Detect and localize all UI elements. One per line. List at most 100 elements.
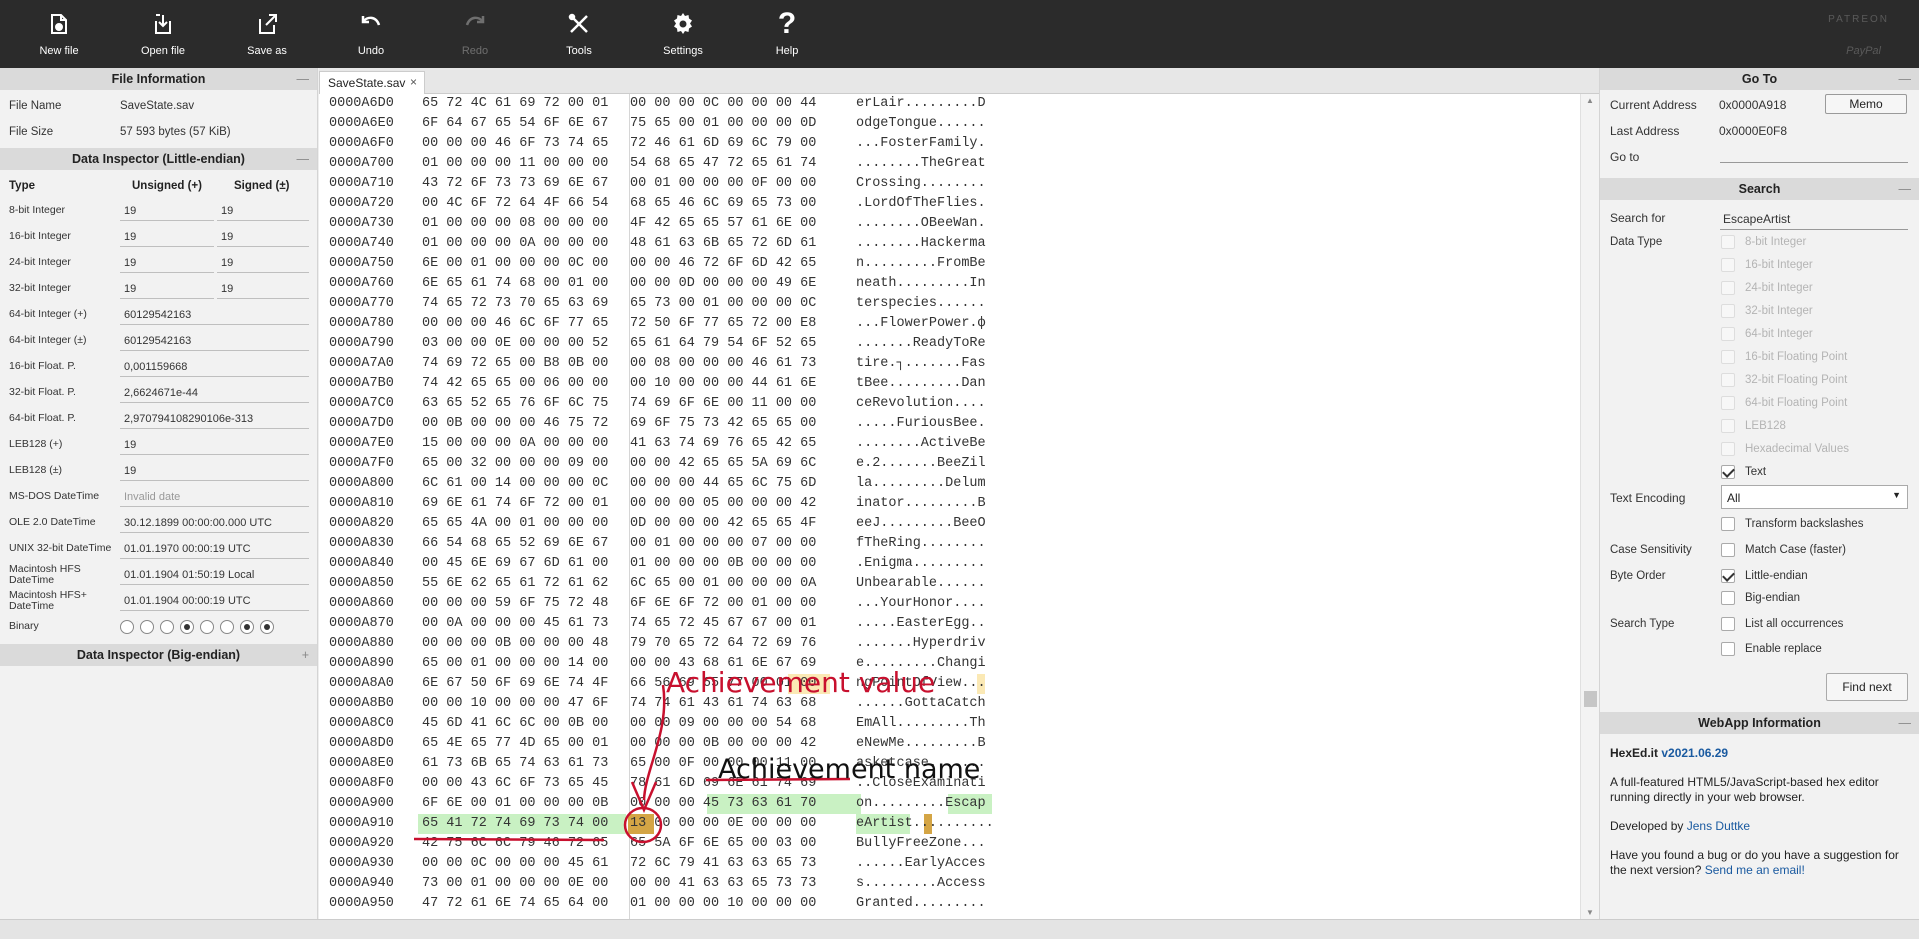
hex-bytes-right[interactable]: 72 50 6F 77 65 72 00 E8 <box>630 314 816 334</box>
hex-bytes-right[interactable]: 00 10 00 00 00 44 61 6E <box>630 374 816 394</box>
data-type-checkbox[interactable] <box>1721 304 1735 318</box>
ascii-text[interactable]: ........TheGreat <box>856 154 986 174</box>
hex-bytes-left[interactable]: 00 00 0C 00 00 00 45 61 <box>422 854 608 874</box>
ascii-text[interactable]: ...FosterFamily. <box>856 134 986 154</box>
list-all-checkbox[interactable] <box>1721 617 1735 631</box>
hex-bytes-left[interactable]: 00 00 00 46 6C 6F 77 65 <box>422 314 608 334</box>
undo-button[interactable]: Undo <box>331 8 411 62</box>
hex-bytes-right[interactable]: 13 00 00 00 0E 00 00 00 <box>630 814 816 834</box>
hex-bytes-left[interactable]: 45 6D 41 6C 6C 00 0B 00 <box>422 714 608 734</box>
inspector-value-field[interactable]: 0,001159668 <box>120 357 309 377</box>
hex-bytes-right[interactable]: 00 00 00 45 73 63 61 70 <box>630 794 816 814</box>
scroll-down-icon[interactable]: ▼ <box>1586 908 1594 917</box>
hex-bytes-right[interactable]: 65 5A 6F 6E 65 00 03 00 <box>630 834 816 854</box>
hex-bytes-right[interactable]: 74 69 6F 6E 00 11 00 00 <box>630 394 816 414</box>
hex-bytes-left[interactable]: 00 00 00 46 6F 73 74 65 <box>422 134 608 154</box>
ascii-text[interactable]: terspecies...... <box>856 294 986 314</box>
ascii-text[interactable]: eeJ.........BeeO <box>856 514 986 534</box>
ascii-text[interactable]: .......ReadyToRe <box>856 334 986 354</box>
inspector-be-header[interactable]: Data Inspector (Big-endian) + <box>0 644 317 666</box>
open-file-button[interactable]: Open file <box>123 8 203 62</box>
tools-button[interactable]: Tools <box>539 8 619 62</box>
inspector-value-field[interactable]: 01.01.1904 01:50:19 Local <box>120 565 309 585</box>
email-link[interactable]: Send me an email! <box>1705 863 1805 877</box>
ascii-text[interactable]: .....FuriousBee. <box>856 414 986 434</box>
hex-bytes-right[interactable]: 41 63 74 69 76 65 42 65 <box>630 434 816 454</box>
hex-bytes-left[interactable]: 01 00 00 00 08 00 00 00 <box>422 214 608 234</box>
hex-bytes-left[interactable]: 6E 00 01 00 00 00 0C 00 <box>422 254 608 274</box>
ascii-text[interactable]: s.........Access <box>856 874 986 894</box>
hex-bytes-left[interactable]: 65 4E 65 77 4D 65 00 01 <box>422 734 608 754</box>
paypal-link[interactable]: PayPal <box>1846 45 1881 57</box>
data-type-checkbox[interactable] <box>1721 419 1735 433</box>
ascii-text[interactable]: .......Hyperdriv <box>856 634 986 654</box>
hex-bytes-right[interactable]: 00 00 46 72 6F 6D 42 65 <box>630 254 816 274</box>
hex-bytes-left[interactable]: 69 6E 61 74 6F 72 00 01 <box>422 494 608 514</box>
hex-bytes-right[interactable]: 4F 42 65 65 57 61 6E 00 <box>630 214 816 234</box>
redo-button[interactable]: Redo <box>435 8 515 62</box>
ascii-text[interactable]: inator.........B <box>856 494 986 514</box>
hex-bytes-left[interactable]: 00 00 10 00 00 00 47 6F <box>422 694 608 714</box>
ascii-text[interactable]: ........Hackerma <box>856 234 986 254</box>
bit-toggle[interactable] <box>180 620 194 634</box>
search-input[interactable]: EscapeArtist <box>1720 208 1908 230</box>
signed-value-field[interactable]: 19 <box>217 279 309 299</box>
hex-bytes-right[interactable]: 75 65 00 01 00 00 00 0D <box>630 114 816 134</box>
ascii-text[interactable]: ......EarlyAcces <box>856 854 986 874</box>
hex-bytes-left[interactable]: 65 72 4C 61 69 72 00 01 <box>422 94 608 114</box>
hex-bytes-right[interactable]: 68 65 46 6C 69 65 73 00 <box>630 194 816 214</box>
ascii-text[interactable]: la.........Delum <box>856 474 986 494</box>
ascii-text[interactable]: ........ActiveBe <box>856 434 986 454</box>
data-type-checkbox[interactable] <box>1721 442 1735 456</box>
unsigned-value-field[interactable]: 19 <box>120 279 214 299</box>
bit-toggle[interactable] <box>120 620 134 634</box>
hex-bytes-left[interactable]: 03 00 00 0E 00 00 00 52 <box>422 334 608 354</box>
hex-bytes-left[interactable]: 65 65 4A 00 01 00 00 00 <box>422 514 608 534</box>
enable-replace-checkbox[interactable] <box>1721 642 1735 656</box>
hex-bytes-right[interactable]: 6C 65 00 01 00 00 00 0A <box>630 574 816 594</box>
find-next-button[interactable]: Find next <box>1826 673 1908 701</box>
ascii-text[interactable]: eNewMe.........B <box>856 734 986 754</box>
hex-bytes-right[interactable]: 0D 00 00 00 42 65 65 4F <box>630 514 816 534</box>
ascii-text[interactable]: ........OBeeWan. <box>856 214 986 234</box>
hex-bytes-left[interactable]: 15 00 00 00 0A 00 00 00 <box>422 434 608 454</box>
ascii-text[interactable]: on.........Escap <box>856 794 986 814</box>
scrollbar-thumb[interactable] <box>1584 691 1597 707</box>
ascii-text[interactable]: ceRevolution.... <box>856 394 986 414</box>
data-type-checkbox[interactable] <box>1721 465 1735 479</box>
hex-bytes-right[interactable]: 00 00 0D 00 00 00 49 6E <box>630 274 816 294</box>
hex-bytes-right[interactable]: 00 00 00 0C 00 00 00 44 <box>630 94 816 114</box>
file-info-header[interactable]: File Information — <box>0 68 317 90</box>
transform-checkbox[interactable] <box>1721 517 1735 531</box>
hex-bytes-right[interactable]: 00 00 42 65 65 5A 69 6C <box>630 454 816 474</box>
hex-bytes-right[interactable]: 65 73 00 01 00 00 00 0C <box>630 294 816 314</box>
ascii-text[interactable]: fTheRing........ <box>856 534 986 554</box>
hex-bytes-left[interactable]: 74 65 72 73 70 65 63 69 <box>422 294 608 314</box>
expand-icon[interactable]: + <box>302 644 309 666</box>
hex-bytes-left[interactable]: 65 41 72 74 69 73 74 00 <box>422 814 608 834</box>
hex-bytes-left[interactable]: 66 54 68 65 52 69 6E 67 <box>422 534 608 554</box>
settings-button[interactable]: Settings <box>643 8 723 62</box>
hex-bytes-right[interactable]: 6F 6E 6F 72 00 01 00 00 <box>630 594 816 614</box>
hex-bytes-left[interactable]: 6F 6E 00 01 00 00 00 0B <box>422 794 608 814</box>
inspector-value-field[interactable]: 30.12.1899 00:00:00.000 UTC <box>120 513 309 533</box>
hex-bytes-left[interactable]: 00 00 00 0B 00 00 00 48 <box>422 634 608 654</box>
help-button[interactable]: ? Help <box>747 8 827 62</box>
search-header[interactable]: Search — <box>1600 178 1919 200</box>
hex-bytes-left[interactable]: 61 73 6B 65 74 63 61 73 <box>422 754 608 774</box>
ascii-text[interactable]: .....EasterEgg.. <box>856 614 986 634</box>
ascii-text[interactable]: ...YourHonor.... <box>856 594 986 614</box>
hex-editor-view[interactable]: 0000A6D0 65 72 4C 61 69 72 00 01 00 00 00 … <box>319 94 1580 919</box>
signed-value-field[interactable]: 19 <box>217 253 309 273</box>
bit-toggle[interactable] <box>140 620 154 634</box>
patreon-link[interactable]: PATREON <box>1828 14 1889 25</box>
ascii-text[interactable]: Crossing........ <box>856 174 986 194</box>
hex-bytes-left[interactable]: 74 69 72 65 00 B8 0B 00 <box>422 354 608 374</box>
hex-bytes-left[interactable]: 65 00 32 00 00 00 09 00 <box>422 454 608 474</box>
match-case-checkbox[interactable] <box>1721 543 1735 557</box>
memo-button[interactable]: Memo <box>1825 94 1907 114</box>
vertical-scrollbar[interactable]: ▲ ▼ <box>1580 94 1599 919</box>
signed-value-field[interactable]: 19 <box>217 201 309 221</box>
goto-header[interactable]: Go To — <box>1600 68 1919 90</box>
data-type-checkbox[interactable] <box>1721 258 1735 272</box>
